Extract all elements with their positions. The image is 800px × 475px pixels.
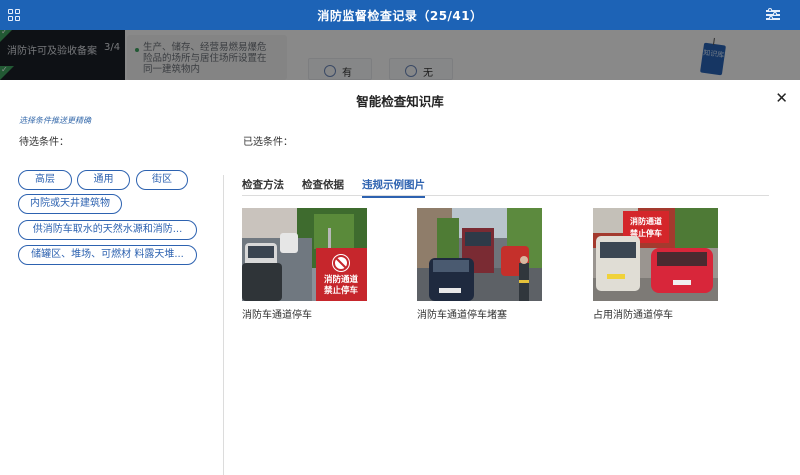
svg-text:禁止停车: 禁止停车 xyxy=(323,285,359,296)
photo-caption: 占用消防通道停车 xyxy=(593,310,673,321)
violation-photo[interactable]: 消防通道 禁止停车 xyxy=(593,208,718,301)
settings-icon[interactable] xyxy=(766,8,780,21)
violation-photo[interactable] xyxy=(417,208,542,301)
condition-tag[interactable]: 高层 xyxy=(18,170,72,190)
knowledge-base-modal: 智能检查知识库 ✕ 选择条件推送更精确 待选条件： 已选条件： 高层 通用 街区… xyxy=(0,80,800,475)
tab-inspection-basis[interactable]: 检查依据 xyxy=(302,177,344,196)
page-title: 消防监督检查记录（25/41） xyxy=(317,9,483,23)
photo-caption: 消防车通道停车 xyxy=(242,310,312,321)
condition-tag[interactable]: 储罐区、堆场、可燃材 料露天堆... xyxy=(18,245,197,265)
condition-tag[interactable]: 街区 xyxy=(136,170,188,190)
top-bar: 消防监督检查记录（25/41） xyxy=(0,0,800,30)
photo-caption: 消防车通道停车堵塞 xyxy=(417,310,507,321)
violation-photo[interactable]: 消防通道 禁止停车 xyxy=(242,208,367,301)
pending-conditions-label: 待选条件： xyxy=(19,137,69,148)
svg-text:消防通道: 消防通道 xyxy=(630,216,662,226)
modal-overlay xyxy=(0,30,800,80)
condition-tag[interactable]: 内院或天井建筑物 xyxy=(18,194,122,214)
condition-tag[interactable]: 通用 xyxy=(77,170,130,190)
selected-conditions-label: 已选条件： xyxy=(243,137,293,148)
divider xyxy=(223,175,224,475)
tab-inspection-method[interactable]: 检查方法 xyxy=(242,177,284,196)
condition-tag[interactable]: 供消防车取水的天然水源和消防... xyxy=(18,220,197,240)
tabs-underline xyxy=(242,195,769,196)
modal-title: 智能检查知识库 xyxy=(356,94,444,109)
svg-text:消防通道: 消防通道 xyxy=(324,274,359,285)
close-icon[interactable]: ✕ xyxy=(775,89,788,107)
hint-text: 选择条件推送更精确 xyxy=(19,116,91,125)
